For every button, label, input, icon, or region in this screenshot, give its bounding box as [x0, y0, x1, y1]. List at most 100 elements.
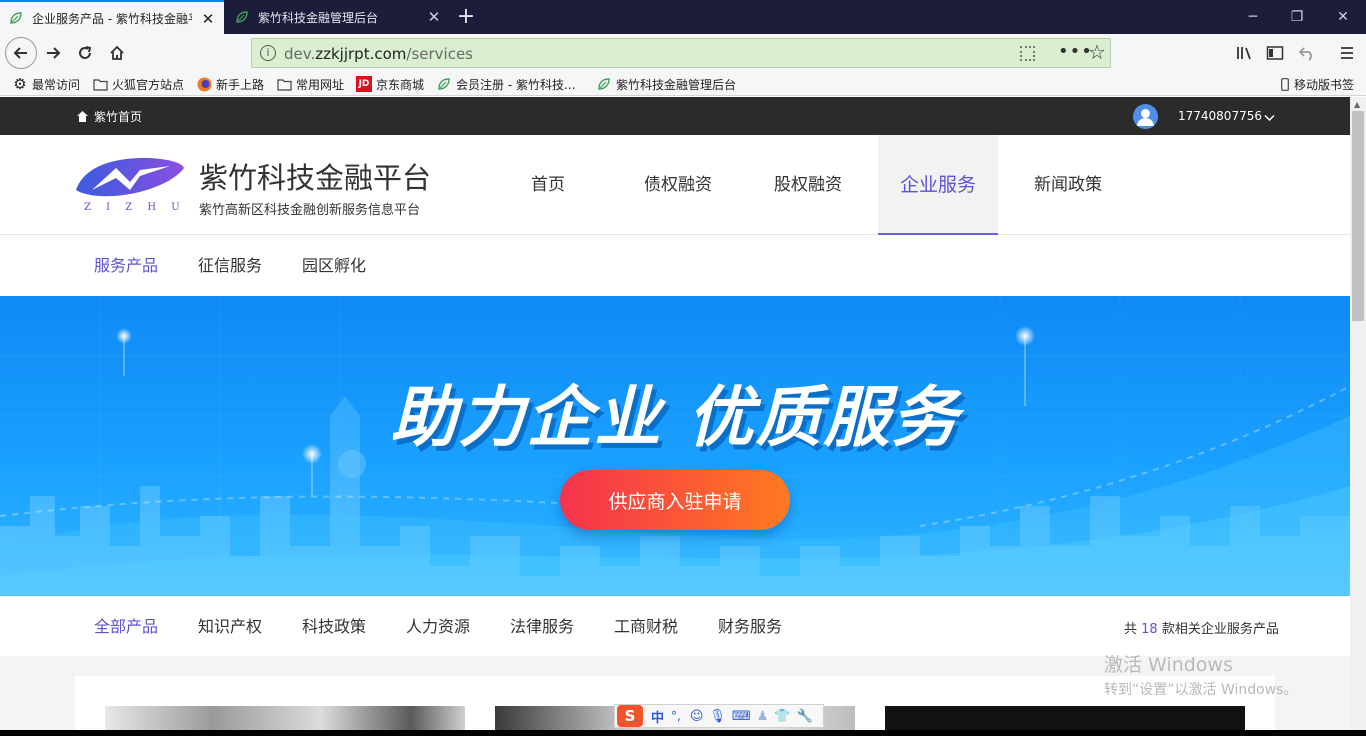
bookmark-getting-started[interactable]: 新手上路 [196, 75, 264, 93]
site-header: Z I Z H U 紫竹科技金融平台 紫竹高新区科技金融创新服务信息平台 首页 … [0, 135, 1350, 235]
reload-button[interactable] [70, 38, 100, 68]
bookmark-label: 新手上路 [216, 77, 265, 92]
home-icon [77, 111, 88, 122]
home-button[interactable] [102, 38, 132, 68]
scrollbar-thumb[interactable] [1352, 111, 1364, 321]
page-viewport: 紫竹首页 17740807756 Z I Z H U 紫竹科技金融平台 紫竹高新… [0, 97, 1350, 736]
minimize-icon[interactable]: ─ [1242, 6, 1264, 28]
bookmark-star-icon[interactable]: ☆ [1088, 40, 1106, 64]
bookmark-mobile[interactable]: 移动版书签 [1280, 75, 1354, 93]
category-filter-bar: 全部产品 知识产权 科技政策 人力资源 法律服务 工商财税 财务服务 共 18 … [0, 596, 1350, 656]
supplier-apply-label: 供应商入驻申请 [608, 490, 742, 513]
category-ip[interactable]: 知识产权 [198, 596, 262, 658]
folder-icon [276, 76, 292, 92]
tab-admin[interactable]: 紫竹科技金融管理后台 ✕ [226, 0, 450, 34]
undo-icon [1298, 47, 1312, 61]
gear-icon: ⚙ [13, 75, 27, 93]
banner-headline: 助力企业 优质服务 [390, 379, 960, 456]
forward-button[interactable] [38, 38, 68, 68]
nav-enterprise-services[interactable]: 企业服务 [878, 135, 998, 235]
restore-icon[interactable]: ❐ [1286, 6, 1308, 28]
nav-debt-financing[interactable]: 债权融资 [618, 135, 738, 235]
category-tech-policy[interactable]: 科技政策 [302, 596, 366, 658]
site-logo[interactable]: Z I Z H U [74, 154, 186, 216]
avatar[interactable] [1133, 104, 1158, 129]
user-phone[interactable]: 17740807756 [1178, 109, 1262, 123]
keyboard-icon[interactable]: ⌨ [732, 709, 751, 724]
windows-activation-watermark: 激活 Windows 转到“设置”以激活 Windows。 [1104, 650, 1297, 699]
category-hr[interactable]: 人力资源 [406, 596, 470, 658]
bookmark-label: 火狐官方站点 [112, 77, 185, 92]
ime-punctuation-toggle[interactable]: °, [671, 709, 681, 723]
menu-button[interactable] [1332, 38, 1362, 68]
sidebar-icon [1266, 46, 1284, 60]
subnav-park-incubation[interactable]: 园区孵化 [302, 236, 366, 296]
back-button[interactable] [5, 37, 37, 69]
supplier-apply-button[interactable]: 供应商入驻申请 [560, 470, 790, 530]
subnav-credit-services[interactable]: 征信服务 [198, 236, 262, 296]
bookmark-firefox-site[interactable]: 火狐官方站点 [92, 75, 184, 93]
undo-close-button[interactable] [1292, 38, 1322, 68]
bookmarks-toolbar: ⚙ 最常访问 火狐官方站点 新手上路 常用网址 JD 京东商城 会员注册 - 紫… [0, 72, 1366, 96]
site-title: 紫竹科技金融平台 [199, 161, 432, 195]
nav-equity-financing[interactable]: 股权融资 [748, 135, 868, 235]
arrow-left-icon [13, 47, 27, 59]
bookmark-jd[interactable]: JD 京东商城 [356, 75, 424, 93]
url-text[interactable]: dev.zzkjjrpt.com/services [284, 45, 473, 63]
sidebar-button[interactable] [1260, 38, 1290, 68]
leaf-icon [436, 76, 452, 92]
browser-tab-bar: 企业服务产品 - 紫竹科技金融平台 ✕ 紫竹科技金融管理后台 ✕ + ─ ❐ ✕ [0, 0, 1366, 34]
watermark-subtitle: 转到“设置”以激活 Windows。 [1104, 682, 1298, 698]
bookmark-label: 紫竹科技金融管理后台 [616, 77, 737, 92]
qr-code-icon[interactable] [1020, 46, 1035, 61]
skin-shirt-icon[interactable]: 👕 [774, 709, 790, 724]
user-cloud-icon[interactable]: ♟ [757, 709, 769, 724]
library-icon [1237, 47, 1251, 60]
top-user-bar: 紫竹首页 17740807756 [0, 97, 1350, 135]
nav-news-policy[interactable]: 新闻政策 [1008, 135, 1128, 235]
ime-toolbar[interactable]: S 中 °, ☺ 🎙 ⌨ ♟ 👕 🔧 [614, 704, 824, 728]
leaf-icon [596, 76, 612, 92]
nav-home[interactable]: 首页 [488, 135, 608, 235]
watermark-title: 激活 Windows [1104, 654, 1233, 676]
firefox-icon [196, 76, 212, 92]
page-scrollbar[interactable]: ▲ [1350, 97, 1366, 736]
scroll-up-icon[interactable]: ▲ [1354, 100, 1360, 109]
address-bar[interactable]: i dev.zzkjjrpt.com/services ••• ☆ [251, 38, 1111, 68]
category-legal[interactable]: 法律服务 [510, 596, 574, 658]
tab-services[interactable]: 企业服务产品 - 紫竹科技金融平台 ✕ [0, 0, 224, 34]
microphone-icon[interactable]: 🎙 [709, 709, 726, 724]
chevron-down-icon[interactable] [1264, 108, 1275, 127]
home-link[interactable]: 紫竹首页 [76, 108, 142, 125]
ime-mode-toggle[interactable]: 中 [651, 707, 664, 726]
bookmark-member-register[interactable]: 会员注册 - 紫竹科技... [436, 75, 575, 93]
mobile-icon [1280, 76, 1290, 92]
leaf-icon [8, 10, 24, 26]
library-button[interactable] [1230, 38, 1260, 68]
emoji-icon[interactable]: ☺ [690, 709, 704, 724]
new-tab-button[interactable]: + [452, 3, 480, 31]
leaf-icon [234, 9, 250, 25]
bookmark-admin[interactable]: 紫竹科技金融管理后台 [596, 75, 736, 93]
category-finance[interactable]: 财务服务 [718, 596, 782, 658]
user-icon [1137, 109, 1154, 126]
home-icon [110, 45, 124, 60]
sogou-logo-icon[interactable]: S [617, 705, 643, 727]
wrench-icon[interactable]: 🔧 [797, 709, 813, 724]
subnav-service-products[interactable]: 服务产品 [94, 236, 158, 296]
bookmark-common-sites[interactable]: 常用网址 [276, 75, 344, 93]
close-icon[interactable]: ✕ [200, 11, 216, 27]
hamburger-icon [1341, 47, 1353, 59]
category-all[interactable]: 全部产品 [94, 596, 158, 658]
zizhu-logo-icon [76, 158, 184, 197]
home-link-label: 紫竹首页 [94, 110, 143, 124]
bookmark-label: 会员注册 - 紫竹科技... [456, 77, 576, 92]
jd-icon: JD [356, 76, 372, 92]
category-business-tax[interactable]: 工商财税 [614, 596, 678, 658]
bookmark-label: 常用网址 [296, 77, 345, 92]
info-icon[interactable]: i [260, 45, 276, 61]
close-window-icon[interactable]: ✕ [1332, 6, 1354, 28]
bookmark-most-visited[interactable]: ⚙ 最常访问 [12, 75, 80, 93]
arrow-right-icon [47, 47, 61, 59]
close-icon[interactable]: ✕ [426, 9, 442, 25]
